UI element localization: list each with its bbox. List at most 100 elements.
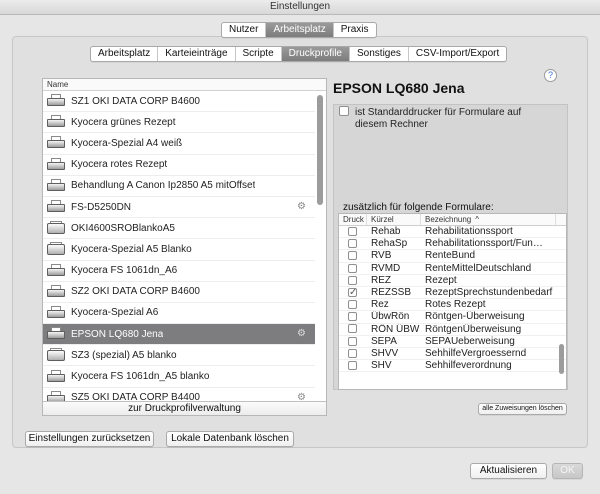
tab-scripte[interactable]: Scripte [236,47,282,61]
form-row[interactable]: Rehab Rehabilitationssport [339,226,566,239]
sub-tab-bar: Arbeitsplatz Karteieinträge Scripte Druckpr… [90,46,508,62]
form-name: Rezept [425,274,457,286]
tab-csv-import-export[interactable]: CSV-Import/Export [409,47,506,61]
form-row[interactable]: RVB RenteBund [339,250,566,263]
form-row[interactable]: ÜbwRön Röntgen-Überweisung [339,311,566,324]
delete-local-db-button[interactable]: Lokale Datenbank löschen [166,431,294,447]
tab-nutzer[interactable]: Nutzer [222,23,267,37]
form-print-checkbox[interactable] [348,239,357,249]
form-row[interactable]: SEPA SEPAUeberweisung [339,336,566,348]
ok-button[interactable]: OK [552,463,583,479]
form-print-checkbox[interactable] [348,263,357,273]
form-short: RÖN ÜBW [371,323,420,335]
printer-icon [47,305,65,320]
printer-icon [47,136,65,150]
tab-praxis[interactable]: Praxis [334,23,376,37]
printer-list-item[interactable]: Kyocera FS 1061dn_A5 blanko [43,366,315,388]
form-print-checkbox[interactable] [348,251,357,261]
form-print-checkbox[interactable] [348,287,357,298]
printer-list-item[interactable]: SZ3 (spezial) A5 blanko [43,345,315,367]
form-print-cell [339,348,367,359]
tab-druckprofile[interactable]: Druckprofile [281,47,350,61]
manage-profiles-button[interactable]: zur Druckprofilverwaltung [43,401,326,415]
printer-list-item[interactable]: Kyocera-Spezial A4 weiß [43,133,315,155]
gear-icon[interactable]: ⚙ [297,201,307,212]
form-name: SehhilfeVergroessernd [425,347,527,359]
printer-list-item[interactable]: Kyocera-Spezial A6 [43,303,315,325]
printer-list-item[interactable]: EPSON LQ680 Jena ⚙ [43,324,315,346]
refresh-button[interactable]: Aktualisieren [470,463,547,479]
forms-table[interactable]: Druck Kürzel Bezeichnung ^ Rehab Rehabilit… [338,213,567,390]
tab-karteieintr-ge[interactable]: Karteieinträge [158,47,236,61]
form-name: Rotes Rezept [425,299,486,311]
tab-arbeitsplatz[interactable]: Arbeitsplatz [91,47,159,61]
printer-icon [47,178,65,193]
col-print[interactable]: Druck [339,214,367,225]
form-row[interactable]: SHVV SehhilfeVergroessernd [339,347,566,361]
form-print-checkbox[interactable] [348,226,357,236]
list-scrollbar[interactable] [316,93,324,399]
printer-list-item-label: EPSON LQ680 Jena [71,328,164,340]
printer-title: EPSON LQ680 Jena [333,80,465,96]
forms-rows: Rehab Rehabilitationssport RehaSp Rehabilit… [339,226,566,373]
default-printer-checkbox[interactable] [339,106,349,117]
form-short: REZSSB [371,287,412,299]
list-header-name[interactable]: Name [43,79,326,91]
form-print-cell [339,287,367,298]
form-row[interactable]: RehaSp Rehabilitationssport/Fun… [339,238,566,251]
form-print-cell [339,275,367,286]
form-short: SHVV [371,347,399,359]
form-row[interactable]: Rez Rotes Rezept [339,299,566,312]
help-icon[interactable]: ? [544,69,557,82]
form-print-checkbox[interactable] [348,275,357,285]
form-short: ÜbwRön [371,311,410,323]
form-short: Rez [371,299,389,311]
printer-list-item[interactable]: Behandlung A Canon Ip2850 A5 mitOffset [43,176,315,197]
printer-rows: SZ1 OKI DATA CORP B4600 Kyocera grünes Re… [43,91,315,403]
form-short: Rehab [371,226,401,238]
tab-arbeitsplatz[interactable]: Arbeitsplatz [266,23,334,37]
form-row[interactable]: REZ Rezept [339,275,566,287]
printer-list-item[interactable]: Kyocera rotes Rezept [43,155,315,176]
printer-list-item[interactable]: OKI4600SROBlankoA5 [43,218,315,240]
form-row[interactable]: RÖN ÜBW RöntgenÜberweisung [339,324,566,336]
col-short[interactable]: Kürzel [367,214,421,225]
reset-settings-button[interactable]: Einstellungen zurücksetzen [25,431,154,447]
printer-list-item[interactable]: Kyocera grünes Rezept [43,112,315,134]
form-short: REZ [371,274,391,286]
form-name: Sehhilfeverordnung [425,360,512,372]
form-print-checkbox[interactable] [348,300,357,310]
list-scroll-thumb[interactable] [317,95,323,205]
printer-profile-list[interactable]: Name SZ1 OKI DATA CORP B4600 Kyocera grün… [42,78,327,416]
printer-icon [47,200,65,214]
printer-list-item[interactable]: Kyocera-Spezial A5 Blanko [43,239,315,261]
printer-list-item[interactable]: FS-D5250DN ⚙ [43,197,315,219]
printer-list-item-label: Kyocera rotes Rezept [71,159,168,171]
form-row[interactable]: SHV Sehhilfeverordnung [339,360,566,373]
form-print-checkbox[interactable] [348,312,357,322]
form-print-checkbox[interactable] [348,361,357,371]
form-print-checkbox[interactable] [348,348,357,358]
form-row[interactable]: REZSSB RezeptSprechstundenbedarf [339,287,566,300]
clear-assignments-button[interactable]: alle Zuweisungen löschen [478,403,567,415]
form-short: SEPA [371,335,397,347]
printer-list-item-label: Kyocera grünes Rezept [71,116,176,128]
gear-icon[interactable]: ⚙ [297,329,307,339]
form-print-checkbox[interactable] [348,324,357,334]
forms-table-header: Druck Kürzel Bezeichnung ^ [339,214,566,226]
form-print-cell [339,299,367,310]
default-printer-label: ist Standarddrucker für Formulare auf di… [355,107,522,130]
form-row[interactable]: RVMD RenteMittelDeutschland [339,263,566,275]
form-print-checkbox[interactable] [348,336,357,346]
tab-sonstiges[interactable]: Sonstiges [350,47,409,61]
col-name-label: Bezeichnung [425,215,472,224]
forms-scroll-thumb[interactable] [559,344,564,374]
printer-list-item-label: Kyocera-Spezial A4 weiß [71,137,183,149]
printer-icon [47,94,65,108]
printer-list-item[interactable]: Kyocera FS 1061dn_A6 [43,261,315,282]
printer-list-item[interactable]: SZ2 OKI DATA CORP B4600 [43,282,315,303]
printer-icon [47,369,65,384]
laser-printer-icon [47,242,65,256]
col-name[interactable]: Bezeichnung ^ [421,214,556,225]
printer-list-item[interactable]: SZ1 OKI DATA CORP B4600 [43,91,315,113]
